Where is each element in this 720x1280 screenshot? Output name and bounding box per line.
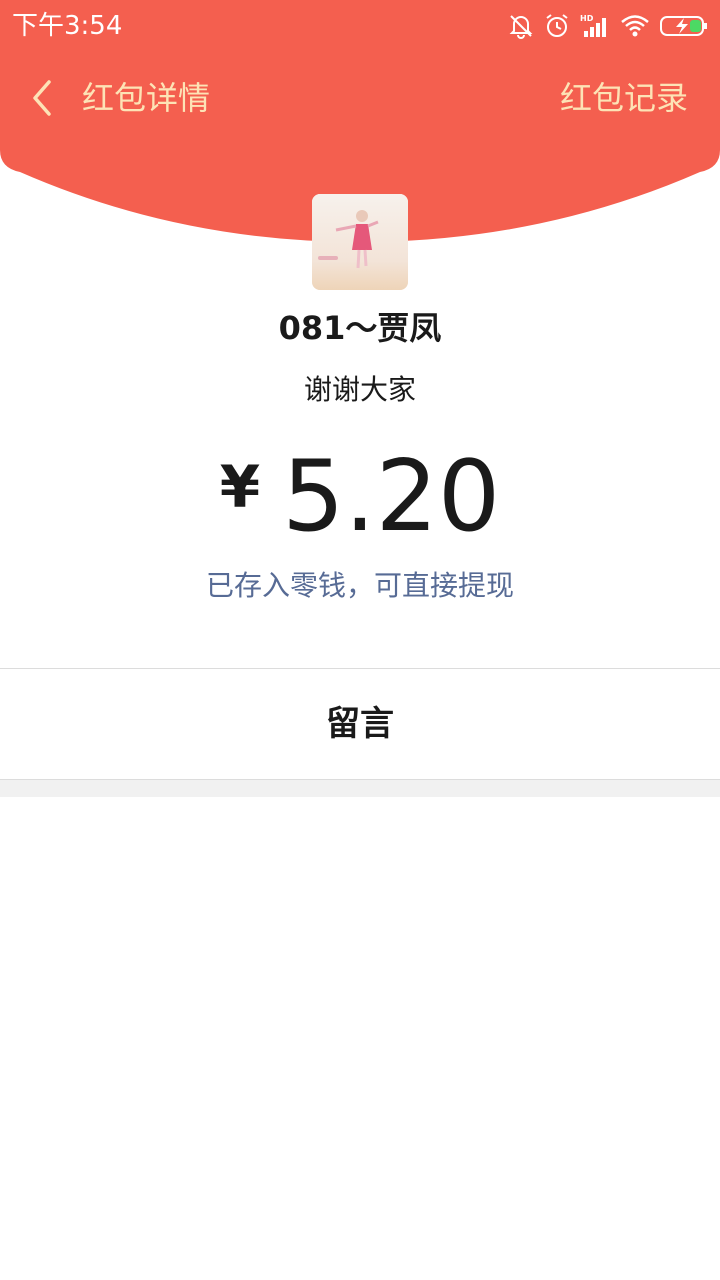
reply-button[interactable]: 留言 [0, 669, 720, 779]
stored-to-change-link[interactable]: 已存入零钱，可直接提现 [0, 566, 720, 606]
section-separator [0, 780, 720, 797]
packet-record-link[interactable]: 红包记录 [560, 76, 688, 120]
back-button[interactable] [22, 76, 62, 120]
amount-row: ¥ 5.20 [0, 442, 720, 552]
avatar[interactable] [312, 194, 408, 290]
battery-charging-icon [660, 13, 708, 39]
wifi-icon [620, 13, 650, 39]
packet-message: 谢谢大家 [303, 373, 416, 406]
svg-text:HD: HD [580, 14, 594, 23]
nav-bar: 红包详情 红包记录 [0, 62, 720, 134]
hd-signal-icon: HD [580, 13, 610, 39]
status-icons: HD [508, 12, 708, 40]
status-time: 下午3:54 [12, 11, 123, 41]
reply-label: 留言 [326, 704, 394, 744]
chevron-left-icon [33, 80, 51, 116]
packet-amount: 5.20 [282, 440, 501, 554]
currency-symbol: ¥ [219, 453, 261, 521]
alarm-icon [544, 13, 570, 39]
sender-name: 081～贾凤 [278, 309, 442, 347]
status-bar: 下午3:54 HD [0, 0, 720, 52]
bell-off-icon [508, 13, 534, 39]
page-title: 红包详情 [82, 79, 211, 117]
